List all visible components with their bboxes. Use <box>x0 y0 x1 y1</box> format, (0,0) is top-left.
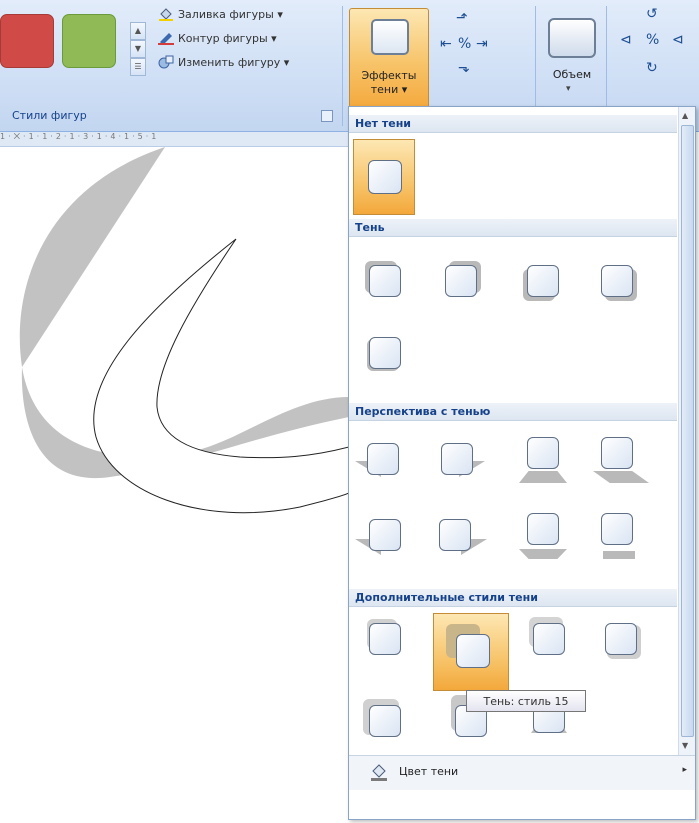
shadow-effects-icon <box>371 19 409 55</box>
shape-fill-label: Заливка фигуры ▾ <box>178 7 283 21</box>
gallery-scroll-up-button[interactable]: ▲ <box>130 22 146 40</box>
paint-bucket-icon <box>158 7 174 21</box>
scroll-down-arrow-icon[interactable]: ▼ <box>682 741 688 750</box>
additional-shadow-tile[interactable] <box>361 697 409 745</box>
tilt-down-icon[interactable]: ↻ <box>646 60 658 76</box>
nudge-up-icon[interactable]: ⬏ <box>456 10 468 26</box>
submenu-arrow-icon: ▸ <box>682 765 687 775</box>
scroll-up-arrow-icon[interactable]: ▲ <box>682 111 688 120</box>
shape-style-red-swatch[interactable] <box>0 14 54 68</box>
additional-shadow-tile-style-15[interactable] <box>433 613 509 691</box>
perspective-shadow-tile[interactable] <box>437 435 485 483</box>
shadow-toggle-icon[interactable]: % <box>458 36 471 52</box>
section-header-additional-shadow-styles: Дополнительные стили тени <box>349 589 677 607</box>
shadow-style-tile[interactable] <box>437 257 485 305</box>
crescent-shape[interactable] <box>0 147 350 820</box>
shadow-effects-button[interactable]: Эффекты тени ▾ <box>349 8 429 108</box>
perspective-shadow-tile[interactable] <box>593 435 649 483</box>
additional-shadow-tile[interactable] <box>361 615 409 663</box>
shadow-color-menu-item[interactable]: Цвет тени ▸ <box>349 755 695 790</box>
shape-outline-button[interactable]: Контур фигуры ▾ <box>158 27 277 49</box>
scrollbar-thumb[interactable] <box>681 125 694 737</box>
volume-label: Объем <box>552 68 592 81</box>
section-header-shadow: Тень <box>349 219 677 237</box>
gallery-more-button[interactable]: ☰ <box>130 58 146 76</box>
section-header-perspective-shadow: Перспектива с тенью <box>349 403 677 421</box>
paint-bucket-icon <box>369 762 389 782</box>
perspective-shadow-tile[interactable] <box>519 511 567 559</box>
shadow-style-tile[interactable] <box>361 329 409 377</box>
shape-outline-label: Контур фигуры ▾ <box>178 31 277 45</box>
group-separator <box>342 6 343 126</box>
pencil-icon <box>158 31 174 45</box>
gallery-vertical-scrollbar[interactable]: ▲ ▼ <box>678 107 695 755</box>
tooltip: Тень: стиль 15 <box>466 690 586 712</box>
additional-shadow-tile[interactable] <box>525 615 573 663</box>
tilt-up-icon[interactable]: ↺ <box>646 6 658 22</box>
perspective-shadow-tile[interactable] <box>437 511 487 559</box>
shape-fill-button[interactable]: Заливка фигуры ▾ <box>158 3 283 25</box>
no-shadow-tile[interactable] <box>353 139 415 215</box>
shadow-effects-label: Эффекты тени ▾ <box>361 69 417 96</box>
3d-toggle-icon[interactable]: % <box>646 32 659 48</box>
shape-styles-dialog-launcher[interactable] <box>321 110 333 122</box>
change-shape-icon <box>158 55 174 69</box>
nudge-down-icon[interactable]: ⬎ <box>458 60 470 76</box>
nudge-right-icon[interactable]: ⇥ <box>476 36 488 52</box>
additional-shadow-tile[interactable] <box>597 615 645 663</box>
shape-style-green-swatch[interactable] <box>62 14 116 68</box>
shape-styles-group-label: Стили фигур <box>12 109 87 122</box>
nudge-left-icon[interactable]: ⇤ <box>440 36 452 52</box>
change-shape-button[interactable]: Изменить фигуру ▾ <box>158 51 289 73</box>
shadow-style-tile[interactable] <box>361 257 409 305</box>
ruler-ticks: 1·⨉·1·1·2·1·3·1·4·1·5·1 <box>0 132 160 141</box>
horizontal-ruler[interactable]: 1·⨉·1·1·2·1·3·1·4·1·5·1 <box>0 132 349 147</box>
change-shape-label: Изменить фигуру ▾ <box>178 55 290 69</box>
3d-volume-icon[interactable] <box>548 18 596 58</box>
perspective-shadow-tile[interactable] <box>519 435 567 483</box>
perspective-shadow-tile[interactable] <box>355 435 403 483</box>
gallery-scroll-down-button[interactable]: ▼ <box>130 40 146 58</box>
perspective-shadow-tile[interactable] <box>593 511 641 559</box>
shadow-style-tile[interactable] <box>519 257 567 305</box>
shadow-style-tile[interactable] <box>593 257 641 305</box>
section-header-no-shadow: Нет тени <box>349 115 677 133</box>
shadow-color-label: Цвет тени <box>399 765 459 778</box>
volume-dropdown-arrow-icon[interactable]: ▾ <box>566 84 571 94</box>
perspective-shadow-tile[interactable] <box>355 511 403 559</box>
tilt-left-icon[interactable]: ⊲ <box>620 32 632 48</box>
document-canvas[interactable] <box>0 147 350 820</box>
tilt-right-icon[interactable]: ⊲ <box>672 32 684 48</box>
